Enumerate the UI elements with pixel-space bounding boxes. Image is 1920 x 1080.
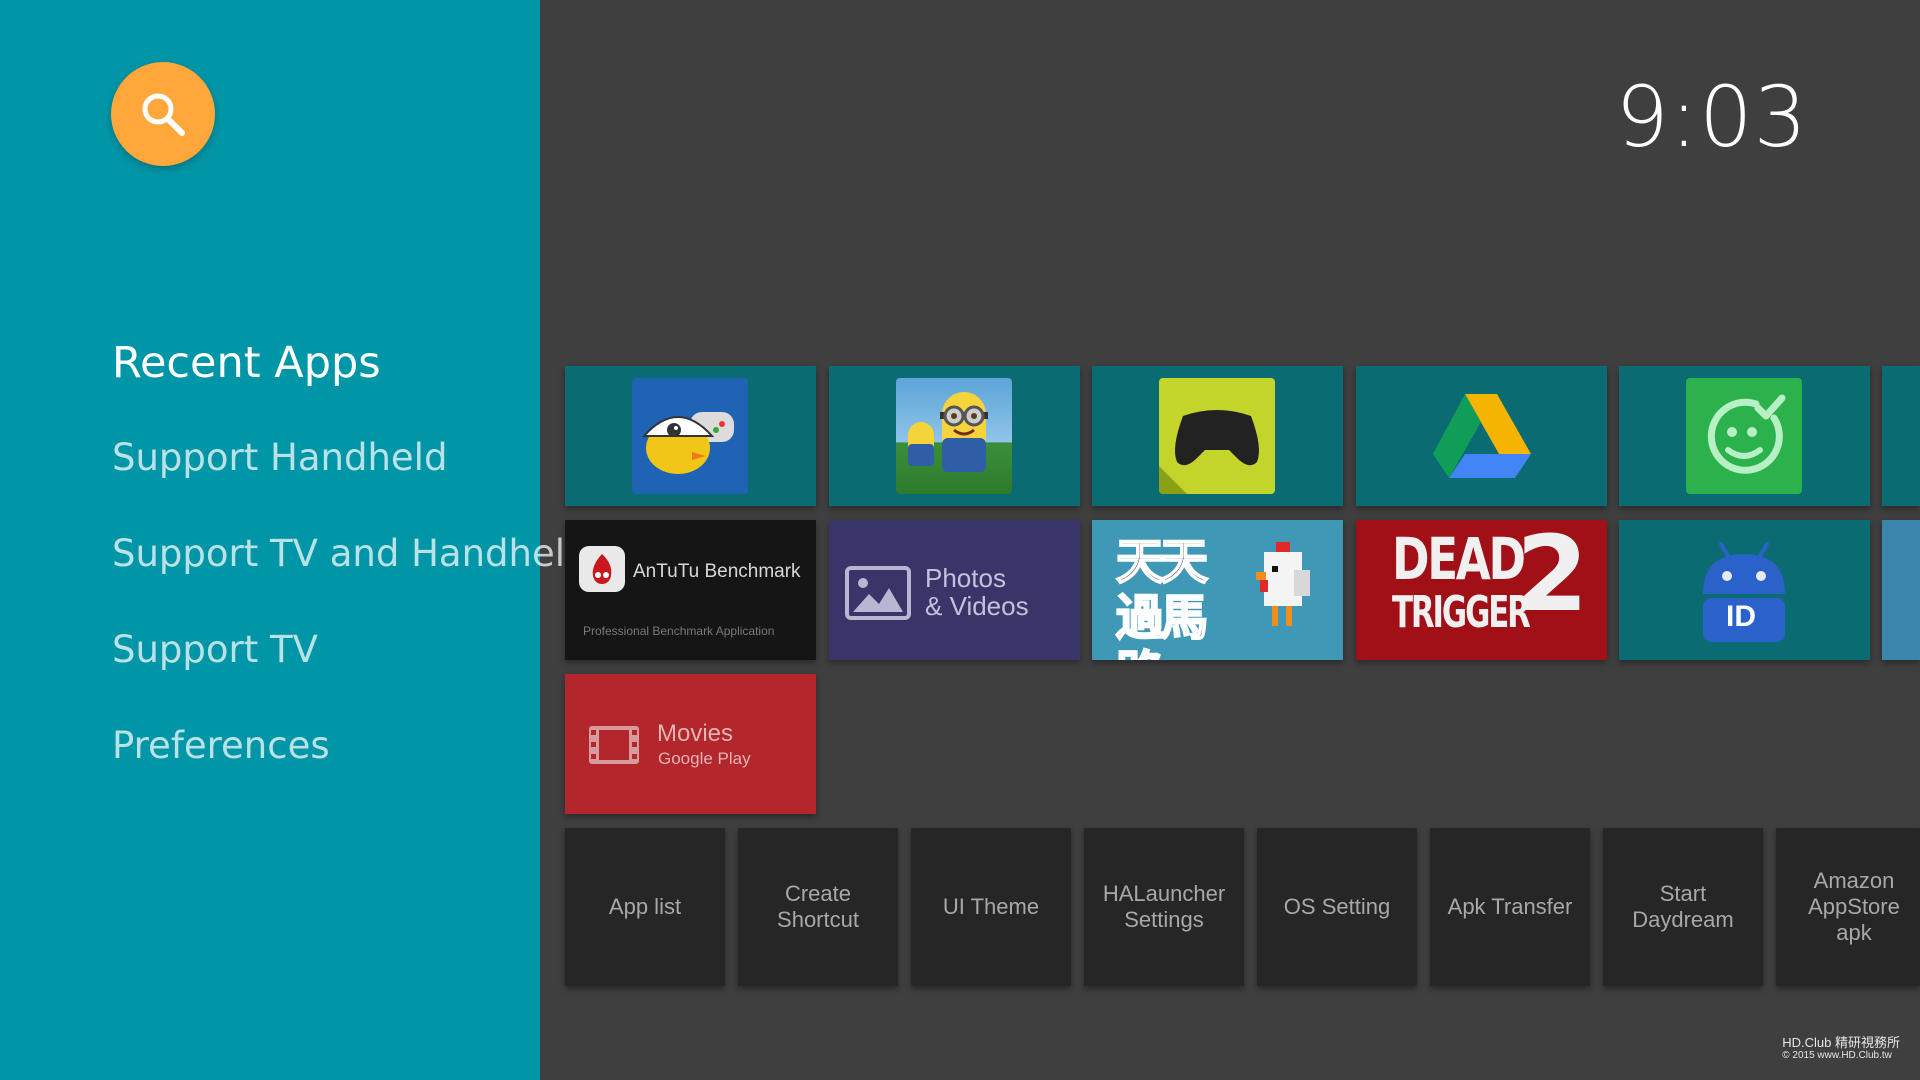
antutu-title: AnTuTu Benchmark [633,561,801,582]
watermark-line2: © 2015 www.HD.Club.tw [1782,1050,1892,1061]
app-tile-crossy-road[interactable]: 天天過馬路 [1092,520,1343,660]
ui-theme-button[interactable]: UI Theme [911,828,1071,986]
amazon-appstore-button[interactable]: Amazon AppStore apk [1776,828,1920,986]
crossy-road-title: 天天過馬路 [1115,533,1209,660]
menu-item-recent-apps[interactable]: Recent Apps [112,338,381,388]
photos-label-line1: Photos [925,563,1006,593]
sidebar: Recent Apps Support Handheld Support TV … [0,0,588,1080]
happy-chick-icon [632,378,748,494]
app-tile-partial[interactable] [1882,366,1920,506]
dead-trigger-line2: TRIGGER [1392,587,1531,638]
photos-label: Photos & Videos [925,564,1029,620]
menu-item-support-tv[interactable]: Support TV [112,628,318,671]
search-button[interactable] [111,62,215,166]
gamepad-icon [1159,378,1275,494]
app-tile-play-movies[interactable]: Movies Google Play [565,674,816,814]
android-id-label: ID [1726,600,1756,633]
os-setting-button[interactable]: OS Setting [1257,828,1417,986]
app-tile-minion-rush[interactable] [829,366,1080,506]
watermark-line1: HD.Club 精研視務所 [1782,1035,1900,1050]
menu-item-support-handheld[interactable]: Support Handheld [112,436,447,479]
photos-label-line2: & Videos [925,591,1029,621]
antutu-logo-icon [579,546,625,592]
app-tile-partial-2[interactable] [1882,520,1920,660]
smiley-check-icon [1686,378,1802,494]
image-icon [845,566,911,620]
dead-trigger-line1: DEAD [1392,525,1526,593]
chicken-icon [1256,542,1310,626]
app-tile-dead-trigger-2[interactable]: DEAD 2 TRIGGER [1356,520,1607,660]
app-tile-android-id[interactable]: ID [1619,520,1870,660]
apk-transfer-button[interactable]: Apk Transfer [1430,828,1590,986]
minion-rush-icon [896,378,1012,494]
film-strip-icon [589,726,639,764]
start-daydream-button[interactable]: Start Daydream [1603,828,1763,986]
movies-title: Movies [657,720,734,747]
app-tile-google-drive[interactable] [1356,366,1607,506]
app-list-button[interactable]: App list [565,828,725,986]
menu-item-support-tv-and-handheld[interactable]: Support TV and Handheld [112,532,588,575]
movies-subtitle: Google Play [658,749,751,768]
android-robot-icon [1703,542,1785,642]
app-tile-antutu[interactable]: AnTuTu Benchmark Professional Benchmark … [565,520,816,660]
app-tile-photos-videos[interactable]: Photos & Videos [829,520,1080,660]
create-shortcut-button[interactable]: Create Shortcut [738,828,898,986]
search-icon [142,93,185,136]
watermark: HD.Club 精研視務所 © 2015 www.HD.Club.tw [1782,1036,1900,1062]
app-tile-games-controller[interactable] [1092,366,1343,506]
app-tile-happy-chick[interactable] [565,366,816,506]
app-tile-timer-app[interactable] [1619,366,1870,506]
halauncher-settings-button[interactable]: HALauncher Settings [1084,828,1244,986]
antutu-subtitle: Professional Benchmark Application [583,624,775,638]
google-drive-icon [1423,378,1539,494]
menu-item-preferences[interactable]: Preferences [112,724,330,767]
clock: 9:03 [1615,68,1808,166]
